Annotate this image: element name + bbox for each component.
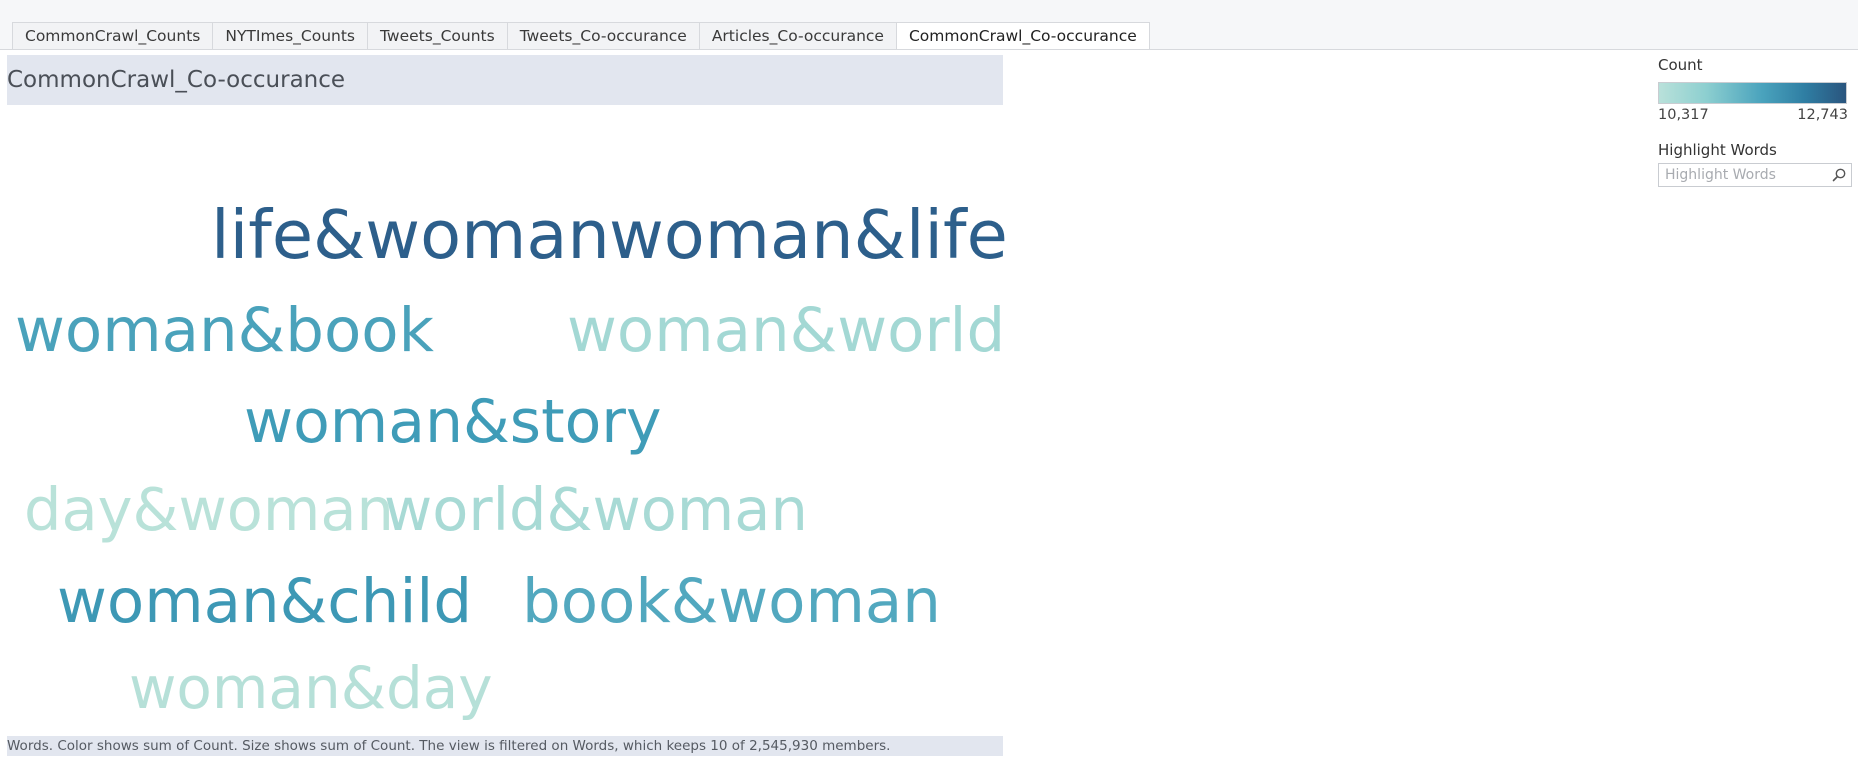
- word-mark[interactable]: day&woman: [24, 480, 394, 539]
- legend-min: 10,317: [1658, 107, 1709, 123]
- caption-text: Words. Color shows sum of Count. Size sh…: [7, 738, 891, 754]
- tab-articles-co-occurance[interactable]: Articles_Co-occurance: [699, 23, 897, 50]
- search-icon[interactable]: [1831, 167, 1847, 183]
- word-mark[interactable]: woman&world: [567, 300, 1005, 361]
- tab-nytimes-counts[interactable]: NYTImes_Counts: [213, 23, 369, 50]
- tab-divider: [0, 49, 1858, 50]
- sheet-title: CommonCrawl_Co-occurance: [7, 67, 346, 93]
- word-mark[interactable]: life&woman: [211, 202, 610, 269]
- sheet-title-bar: CommonCrawl_Co-occurance: [7, 55, 1003, 105]
- highlight-input[interactable]: [1663, 164, 1827, 186]
- tab-commoncrawl-co-occurance[interactable]: CommonCrawl_Co-occurance: [896, 23, 1150, 50]
- word-mark[interactable]: woman&day: [129, 659, 493, 717]
- view-caption: Words. Color shows sum of Count. Size sh…: [7, 736, 1003, 756]
- highlight-field[interactable]: [1658, 163, 1852, 187]
- legend-title: Count: [1658, 56, 1703, 74]
- highlight-title: Highlight Words: [1658, 141, 1777, 159]
- word-mark[interactable]: woman&child: [57, 571, 472, 632]
- legend-max: 12,743: [1797, 107, 1848, 123]
- word-mark[interactable]: woman&book: [15, 300, 434, 361]
- color-gradient: [1658, 82, 1847, 104]
- word-mark[interactable]: world&woman: [384, 480, 808, 539]
- gradient-labels: 10,317 12,743: [1658, 107, 1848, 123]
- sheet-tab-bar: CommonCrawl_Counts NYTImes_Counts Tweets…: [12, 22, 1150, 50]
- tab-tweets-co-occurance[interactable]: Tweets_Co-occurance: [507, 23, 700, 50]
- tab-tweets-counts[interactable]: Tweets_Counts: [368, 23, 508, 50]
- color-legend: Count 10,317 12,743 Highlight Words: [1658, 56, 1853, 187]
- tab-commoncrawl-counts[interactable]: CommonCrawl_Counts: [13, 23, 214, 50]
- word-mark[interactable]: woman&story: [244, 392, 661, 452]
- word-mark[interactable]: book&woman: [522, 571, 941, 632]
- word-mark[interactable]: woman&life: [609, 202, 1008, 269]
